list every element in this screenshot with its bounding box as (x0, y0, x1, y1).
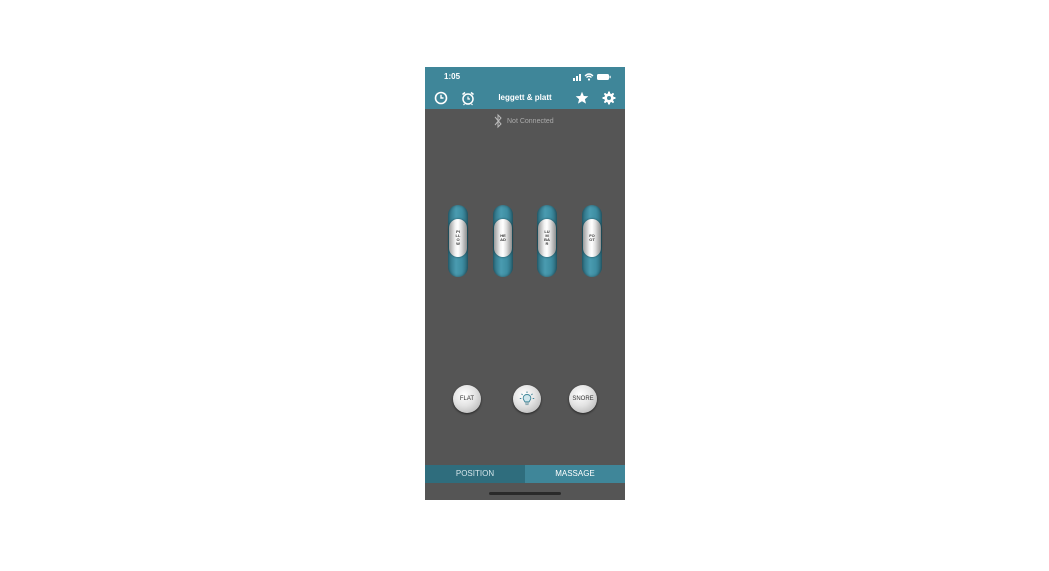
tab-position[interactable]: POSITION (425, 465, 525, 483)
status-time: 1:05 (444, 72, 461, 81)
snore-button-label: SNORE (572, 396, 594, 402)
head-slider-label: HEAD (500, 232, 506, 242)
alarm-icon[interactable] (460, 90, 476, 106)
app-title: leggett & platt (498, 93, 552, 102)
lumbar-slider[interactable]: LUMBAR (537, 205, 557, 277)
lumbar-slider-label: LUMBAR (544, 228, 550, 247)
foot-slider-knob[interactable]: FOOT (583, 219, 601, 257)
foot-slider-label: FOOT (589, 232, 595, 242)
flat-button-label: FLAT (459, 396, 475, 402)
head-slider-knob[interactable]: HEAD (494, 219, 512, 257)
snore-button[interactable]: SNORE (569, 385, 597, 413)
phone-screen: 1:05 leggett & platt Not Connected PILLO… (425, 67, 625, 500)
tab-bar: POSITION MASSAGE (425, 465, 625, 483)
signal-icon (573, 74, 581, 81)
head-slider[interactable]: HEAD (493, 205, 513, 277)
pillow-slider[interactable]: PILLOW (448, 205, 468, 277)
status-bar: 1:05 (425, 67, 625, 87)
battery-icon (597, 74, 611, 80)
home-indicator[interactable] (489, 492, 561, 495)
clock-icon[interactable] (433, 90, 449, 106)
light-button[interactable] (513, 385, 541, 413)
pillow-slider-label: PILLOW (455, 228, 461, 247)
light-bulb-icon (519, 391, 535, 406)
connection-status-text: Not Connected (507, 117, 554, 125)
foot-slider[interactable]: FOOT (582, 205, 602, 277)
lumbar-slider-knob[interactable]: LUMBAR (538, 219, 556, 257)
connection-status: Not Connected (493, 111, 554, 131)
gear-icon[interactable] (601, 90, 617, 106)
star-icon[interactable] (574, 90, 590, 106)
wifi-icon (584, 73, 594, 81)
bluetooth-icon (494, 113, 502, 129)
flat-button[interactable]: FLAT (453, 385, 481, 413)
status-icons (573, 73, 611, 81)
tab-massage[interactable]: MASSAGE (525, 465, 625, 483)
nav-bar: leggett & platt (425, 87, 625, 109)
pillow-slider-knob[interactable]: PILLOW (449, 219, 467, 257)
